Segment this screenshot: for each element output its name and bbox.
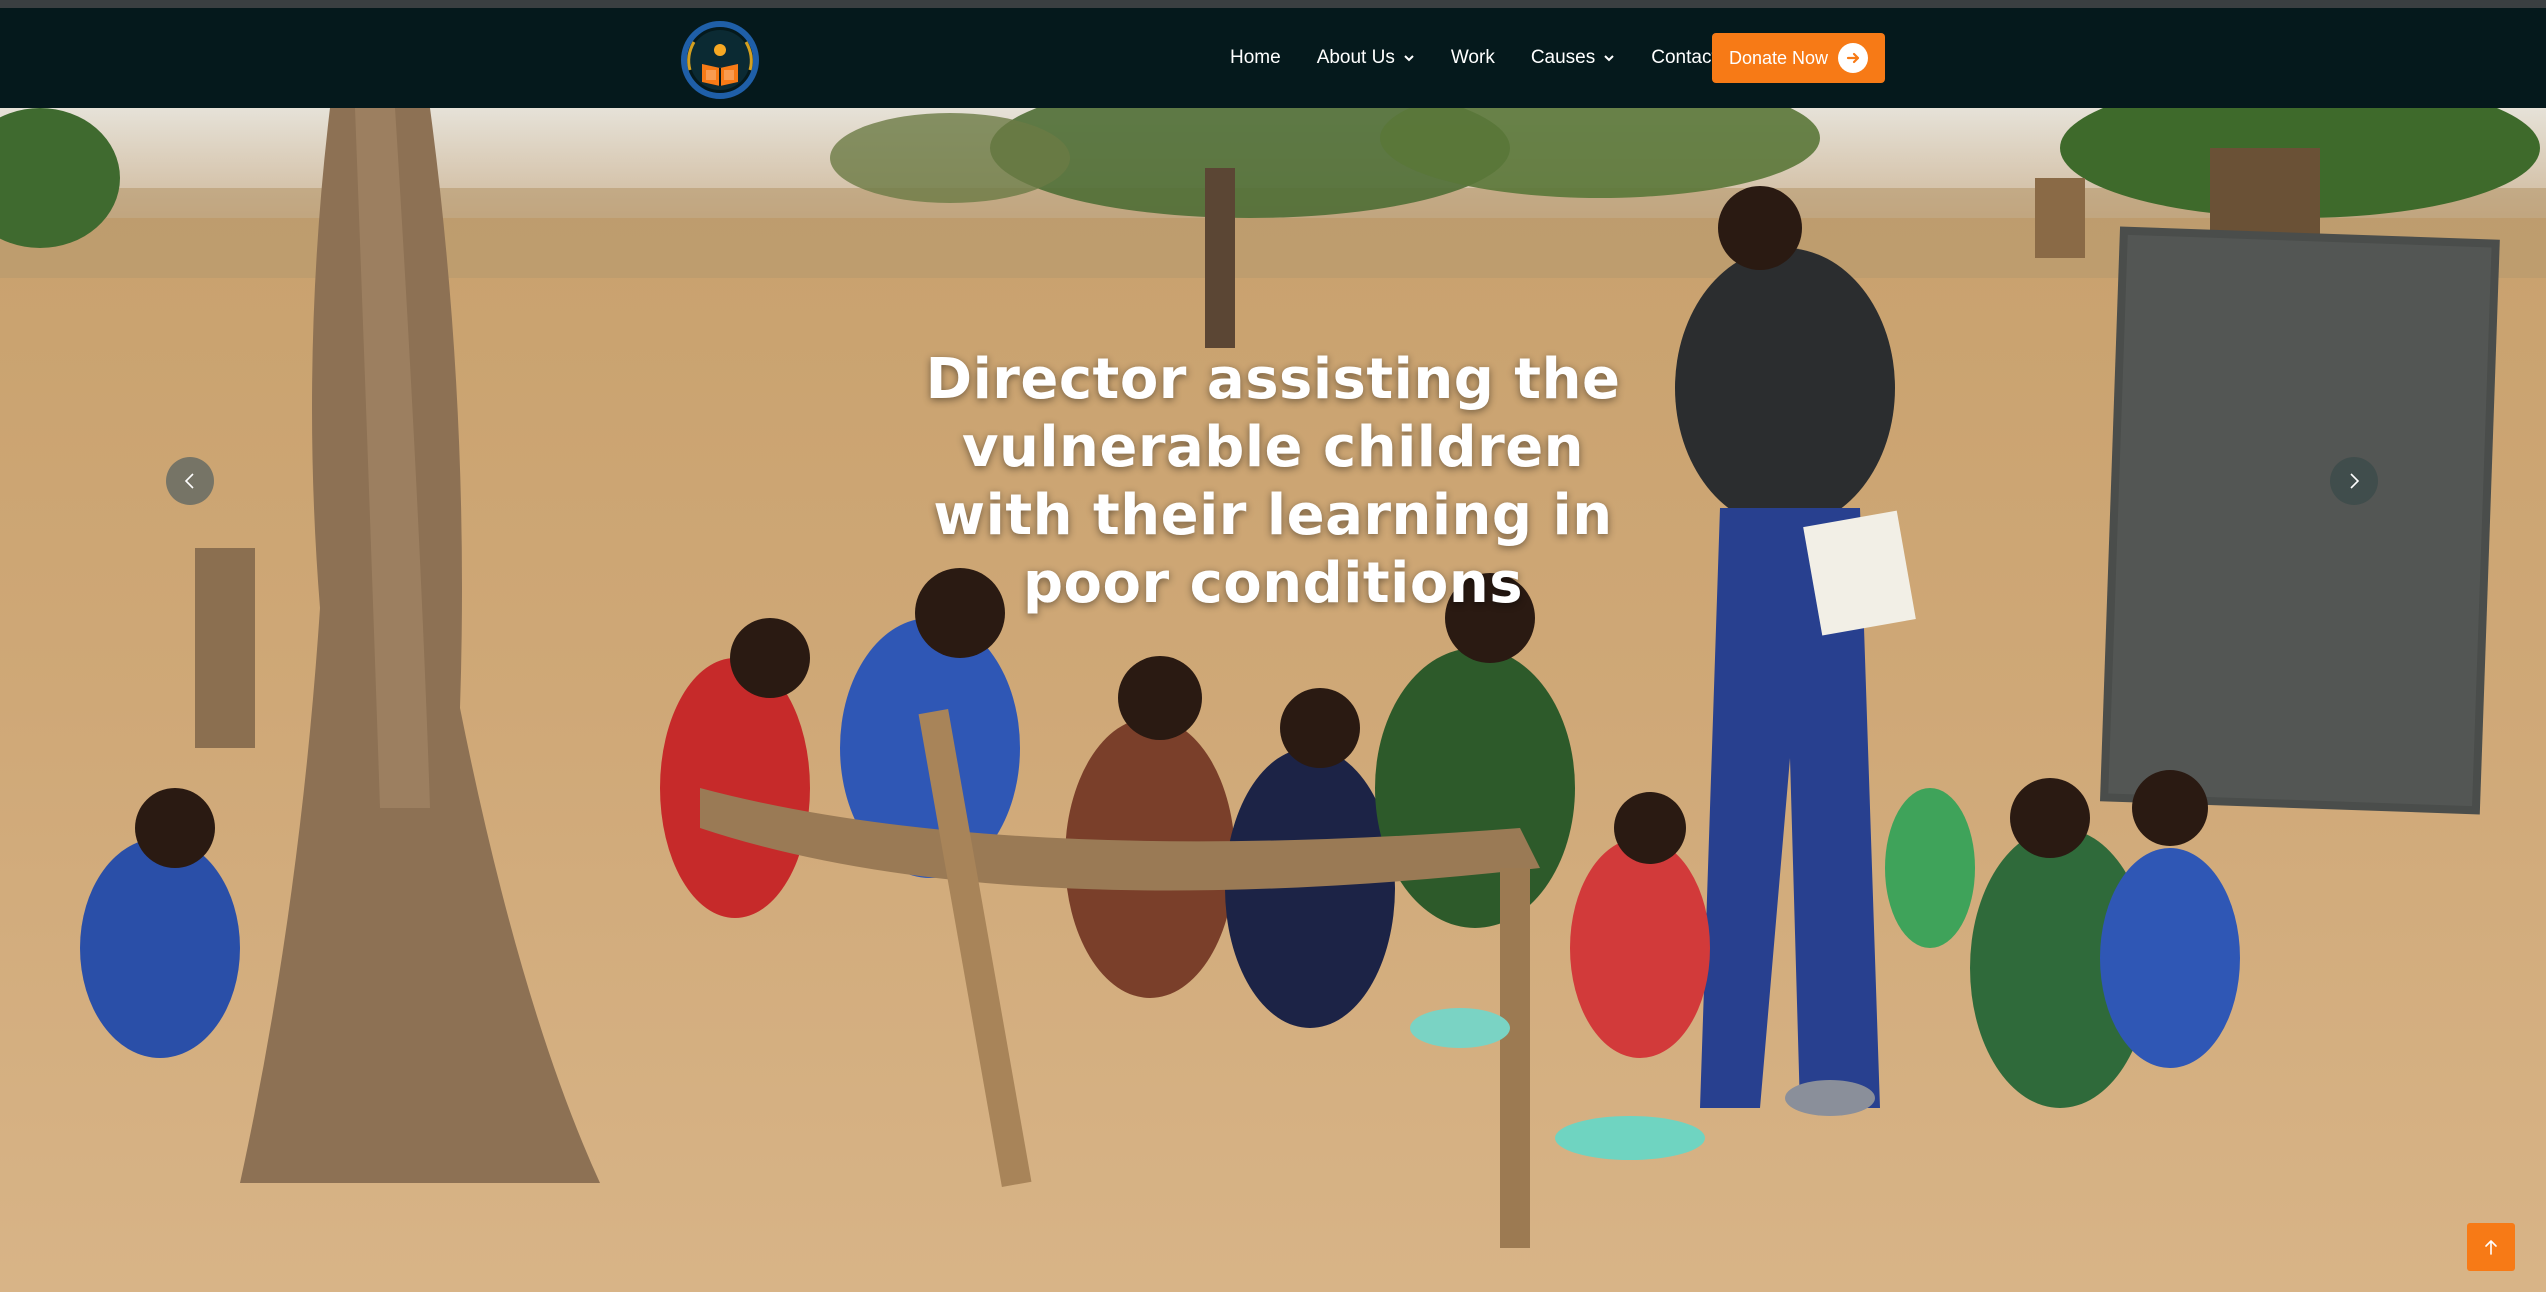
nav-item-home[interactable]: Home [1230, 47, 1281, 69]
chevron-left-icon [184, 473, 194, 489]
arrow-up-icon [2485, 1240, 2497, 1255]
hero-background-image [0, 108, 2546, 1292]
nav-item-label: Causes [1530, 47, 1596, 68]
nav-item-work[interactable]: Work [1451, 47, 1495, 69]
nav-item-label: Home [1230, 47, 1281, 68]
nav-item-about-us[interactable]: About Us [1317, 47, 1415, 69]
slider-prev-button[interactable] [166, 457, 214, 505]
chevron-down-icon [1603, 52, 1615, 64]
site-logo[interactable] [672, 20, 768, 100]
hero-caption: Director assisting the vulnerable childr… [925, 347, 1621, 616]
open-book-emblem-icon [681, 21, 759, 99]
nav-item-label: About Us [1316, 47, 1395, 68]
donate-button-label: Donate Now [1729, 47, 1829, 68]
nav-item-label: Work [1450, 47, 1495, 68]
top-strip [0, 0, 2546, 8]
chevron-right-icon [2350, 473, 2360, 489]
nav-item-causes[interactable]: Causes [1531, 47, 1615, 69]
main-navigation: Home About Us Work Causes Contact [1230, 8, 1753, 108]
slider-next-button[interactable] [2330, 457, 2378, 505]
nav-item-label: Contact [1651, 47, 1717, 68]
chevron-down-icon [1403, 52, 1415, 64]
nav-item-contact[interactable]: Contact [1651, 47, 1716, 69]
arrow-right-icon [1838, 43, 1868, 73]
site-header: Home About Us Work Causes Contact Donate… [0, 8, 2546, 108]
donate-now-button[interactable]: Donate Now [1712, 33, 1885, 83]
hero-slider: Director assisting the vulnerable childr… [0, 108, 2546, 1292]
back-to-top-button[interactable] [2467, 1223, 2515, 1271]
